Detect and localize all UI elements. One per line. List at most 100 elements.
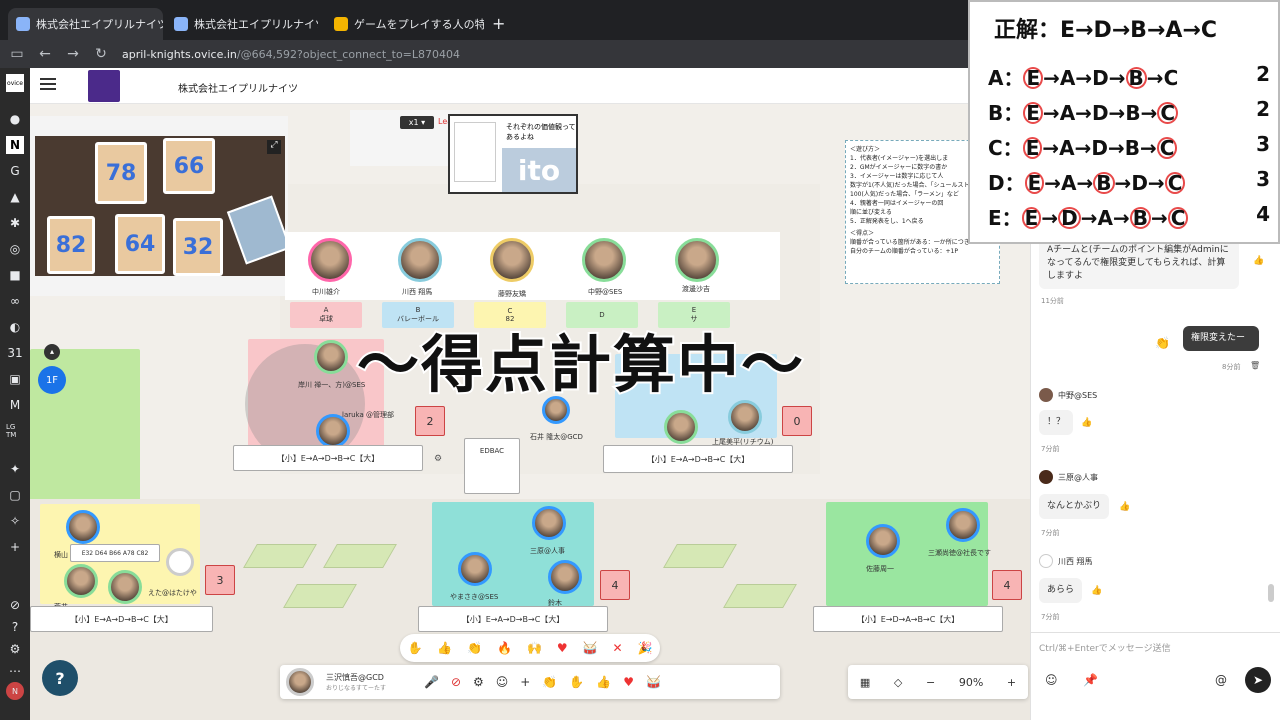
box-icon[interactable]: ▣ <box>6 370 24 388</box>
chat-input[interactable]: Ctrl/⌘+Enterでメッセージ送信 ☺ 📌 @ ➤ <box>1031 632 1280 720</box>
microphone-icon[interactable]: 🎤 <box>424 675 439 689</box>
gmail-icon[interactable]: M <box>6 396 24 414</box>
clap-reaction-icon[interactable]: 👏 <box>542 675 557 689</box>
thumbs-reaction-icon[interactable]: 👍 <box>596 675 611 689</box>
team-c-answer[interactable]: 【小】E→A→D→B→C【大】 <box>30 606 213 632</box>
send-icon[interactable]: ➤ <box>1245 667 1271 693</box>
camera-icon[interactable]: ■ <box>6 266 24 284</box>
avatar[interactable] <box>582 238 626 282</box>
ovice-help-button[interactable]: ? <box>42 660 78 696</box>
forward-icon[interactable]: → <box>62 43 84 65</box>
avatar[interactable] <box>64 564 98 598</box>
new-tab-icon[interactable]: + <box>492 14 505 33</box>
edbac-note[interactable]: EDBAC <box>464 438 520 494</box>
team-d-score[interactable]: 4 <box>600 570 630 600</box>
like-icon[interactable]: 👍 <box>1253 256 1264 266</box>
team-a-answer[interactable]: 【小】E→A→D→B→C【大】 <box>233 445 423 471</box>
like-icon[interactable]: 👍 <box>1119 502 1130 512</box>
avatar[interactable] <box>308 238 352 282</box>
avatar[interactable] <box>108 570 142 604</box>
avatar[interactable] <box>532 506 566 540</box>
lgtm-icon[interactable]: LG TM <box>6 422 24 440</box>
tab-ovice-1[interactable]: 株式会社エイプリルナイツ | ovic ✕ <box>8 8 163 40</box>
infinity-icon[interactable]: ∞ <box>6 292 24 310</box>
avatar[interactable] <box>458 552 492 586</box>
twitter-icon[interactable]: ✦ <box>6 460 24 478</box>
team-e-answer[interactable]: 【小】E→D→A→B→C【大】 <box>813 606 1003 632</box>
avatar[interactable] <box>866 524 900 558</box>
zoom-out-icon[interactable]: − <box>926 676 935 689</box>
chatgpt-icon[interactable]: ◎ <box>6 240 24 258</box>
wave-reaction-icon[interactable]: ✋ <box>569 675 584 689</box>
virtual-space[interactable]: 78 66 64 32 82 ⤢ x1 ▾ Leave それぞれの価値観って あ… <box>30 104 1030 720</box>
drum-icon[interactable]: 🥁 <box>583 641 598 655</box>
avatar[interactable] <box>664 410 698 444</box>
avatar[interactable] <box>314 340 348 374</box>
raise-hands-icon[interactable]: 🙌 <box>527 641 542 655</box>
profile-icon[interactable]: N <box>6 682 24 700</box>
menu-icon[interactable] <box>40 78 56 90</box>
calendar-icon[interactable]: 31 <box>6 344 24 362</box>
my-avatar[interactable] <box>286 668 314 696</box>
team-b-answer[interactable]: 【小】E→A→D→B→C【大】 <box>603 445 793 473</box>
url-field[interactable]: april-knights.ovice.in/@664,592?object_c… <box>122 48 460 61</box>
settings-small-icon[interactable]: ⚙ <box>434 454 442 464</box>
github-icon[interactable]: ● <box>6 110 24 128</box>
like-icon[interactable]: 👍 <box>1081 418 1092 428</box>
reload-icon[interactable]: ↻ <box>90 43 112 65</box>
avatar[interactable] <box>490 238 534 282</box>
locate-icon[interactable]: ◇ <box>894 676 902 689</box>
settings-icon[interactable]: ⚙ <box>6 640 24 658</box>
zoom-select[interactable]: x1 ▾ <box>400 116 434 129</box>
thumbs-up-icon[interactable]: 👍 <box>437 641 452 655</box>
figma-icon[interactable]: ◐ <box>6 318 24 336</box>
like-icon[interactable]: 👍 <box>1091 586 1102 596</box>
heart-reaction-icon[interactable]: ♥ <box>623 675 634 689</box>
team-a-score[interactable]: 2 <box>415 406 445 436</box>
camera-off-icon[interactable]: ⊘ <box>451 675 461 689</box>
sidebar-icon[interactable]: ▭ <box>6 43 28 65</box>
pin-icon[interactable]: 📌 <box>1083 673 1098 687</box>
slack-icon[interactable]: ✱ <box>6 214 24 232</box>
memo-note[interactable]: E32 D64 B66 A78 C82 <box>70 544 160 562</box>
ovice-icon[interactable]: ovice <box>6 74 24 92</box>
clap-icon[interactable]: 👏 <box>467 641 482 655</box>
avatar[interactable] <box>675 238 719 282</box>
add-icon[interactable]: + <box>6 538 24 556</box>
avatar[interactable] <box>946 508 980 542</box>
scrollbar[interactable] <box>1268 584 1274 602</box>
avatar[interactable] <box>166 548 194 576</box>
wave-icon[interactable]: ✋ <box>407 641 422 655</box>
bird-icon[interactable]: ✧ <box>6 512 24 530</box>
mention-icon[interactable]: @ <box>1215 673 1227 687</box>
avatar[interactable] <box>728 400 762 434</box>
back-icon[interactable]: ← <box>34 43 56 65</box>
floor-up-icon[interactable]: ▴ <box>44 344 60 360</box>
cross-icon[interactable]: ✕ <box>613 641 623 655</box>
delete-icon[interactable]: 🗑 <box>1250 361 1260 370</box>
tab-ovice-2[interactable]: 株式会社エイプリルナイツ | ovice ✕ <box>166 8 318 40</box>
drive-icon[interactable]: ▲ <box>6 188 24 206</box>
heart-icon[interactable]: ♥ <box>557 641 568 655</box>
floor-indicator[interactable]: 1F <box>38 366 66 394</box>
fire-icon[interactable]: 🔥 <box>497 641 512 655</box>
avatar[interactable] <box>398 238 442 282</box>
tab-article[interactable]: ゲームをプレイする人の特性・共通項を整 ✕ <box>326 8 484 40</box>
team-c-score[interactable]: 3 <box>205 565 235 595</box>
emoji-icon[interactable]: ☺ <box>1045 673 1058 687</box>
notification-off-icon[interactable]: ⊘ <box>6 596 24 614</box>
tweetdeck-icon[interactable]: ▢ <box>6 486 24 504</box>
map-icon[interactable]: ▦ <box>860 676 870 689</box>
team-d-answer[interactable]: 【小】E→A→D→B→C【大】 <box>418 606 608 632</box>
drum-reaction-icon[interactable]: 🥁 <box>646 675 661 689</box>
team-e-score[interactable]: 4 <box>992 570 1022 600</box>
party-icon[interactable]: 🎉 <box>638 641 653 655</box>
emoji-icon[interactable]: ☺ <box>496 675 509 689</box>
zoom-in-icon[interactable]: + <box>1007 676 1016 689</box>
avatar[interactable] <box>66 510 100 544</box>
my-status[interactable]: おりじなるすてーたす <box>326 683 412 692</box>
avatar[interactable] <box>548 560 582 594</box>
notion-icon[interactable]: N <box>6 136 24 154</box>
add-icon[interactable]: + <box>520 675 530 689</box>
help-icon[interactable]: ? <box>6 618 24 636</box>
